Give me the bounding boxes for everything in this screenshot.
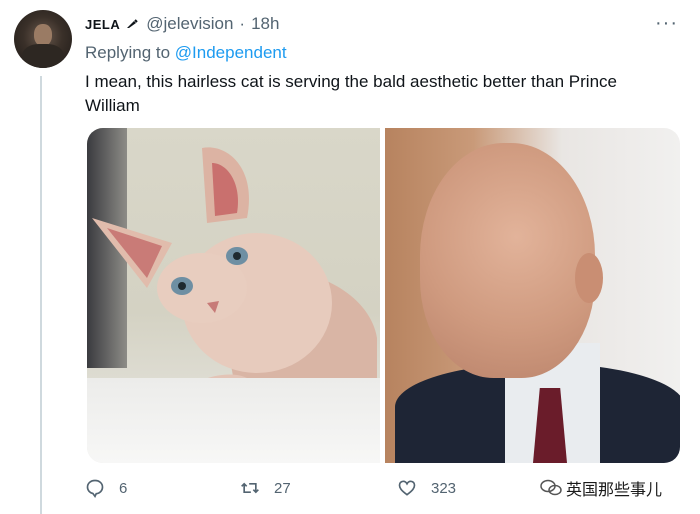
- cat-photo-ledge: [87, 378, 380, 463]
- header-separator: ·: [239, 14, 246, 33]
- like-action[interactable]: 323: [397, 478, 456, 498]
- thread-line: [40, 76, 42, 514]
- media-image-cat[interactable]: [87, 128, 380, 463]
- tweet-text: I mean, this hairless cat is serving the…: [85, 72, 617, 115]
- man-ear: [575, 253, 603, 303]
- avatar-face: [34, 24, 52, 46]
- tweet-media[interactable]: [87, 128, 680, 463]
- heart-icon[interactable]: [397, 478, 417, 498]
- tweet-time[interactable]: 18h: [251, 14, 279, 34]
- author-handle[interactable]: @jelevision: [146, 14, 233, 34]
- replying-prefix: Replying to: [85, 43, 171, 62]
- like-count: 323: [431, 479, 457, 497]
- avatar-body: [22, 44, 64, 68]
- watermark: 英国那些事儿: [540, 476, 662, 500]
- avatar[interactable]: [14, 10, 72, 68]
- reply-count: 6: [119, 479, 128, 497]
- watermark-text: 英国那些事儿: [566, 482, 663, 499]
- tweet-header: JELA @jelevision · 18h: [85, 14, 279, 34]
- replying-mention-link[interactable]: @Independent: [175, 43, 287, 62]
- replying-to: Replying to @Independent: [85, 43, 287, 63]
- author-name[interactable]: JELA: [85, 17, 120, 32]
- reply-action[interactable]: 6: [85, 478, 127, 498]
- retweet-icon[interactable]: [240, 478, 260, 498]
- more-icon[interactable]: ···: [655, 12, 678, 35]
- comment-icon[interactable]: [85, 478, 105, 498]
- retweet-count: 27: [274, 479, 291, 497]
- man-head: [420, 143, 595, 378]
- retweet-action[interactable]: 27: [240, 478, 291, 498]
- pen-glyph-icon: [127, 19, 138, 28]
- wechat-logo-icon: [540, 479, 562, 496]
- media-image-man[interactable]: [385, 128, 680, 463]
